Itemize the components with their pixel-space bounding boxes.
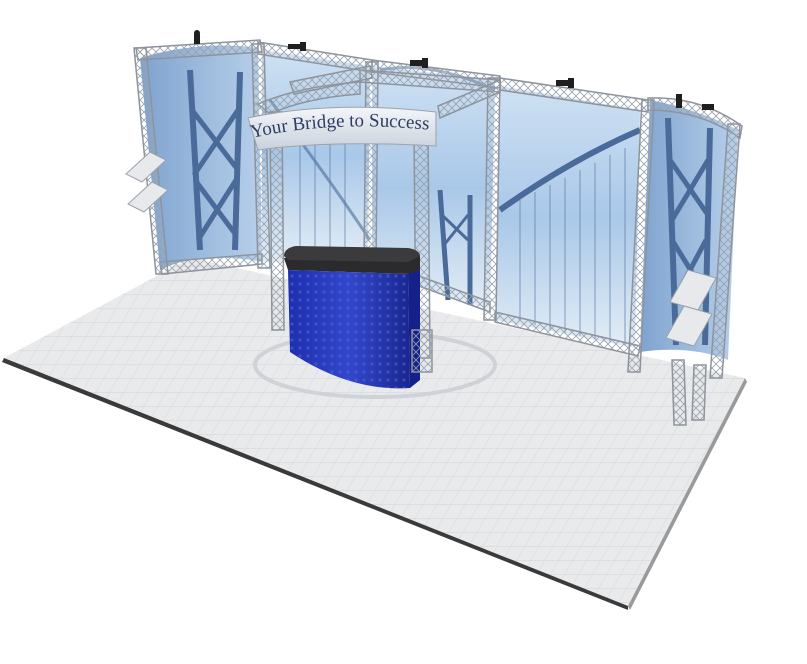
trade-show-booth-render: Your Bridge to Success!	[0, 0, 747, 610]
spotlight-icon	[194, 30, 200, 44]
arch-base-leg	[411, 329, 433, 373]
right-truss-leg	[671, 359, 687, 426]
right-truss-leg-b	[691, 364, 707, 421]
